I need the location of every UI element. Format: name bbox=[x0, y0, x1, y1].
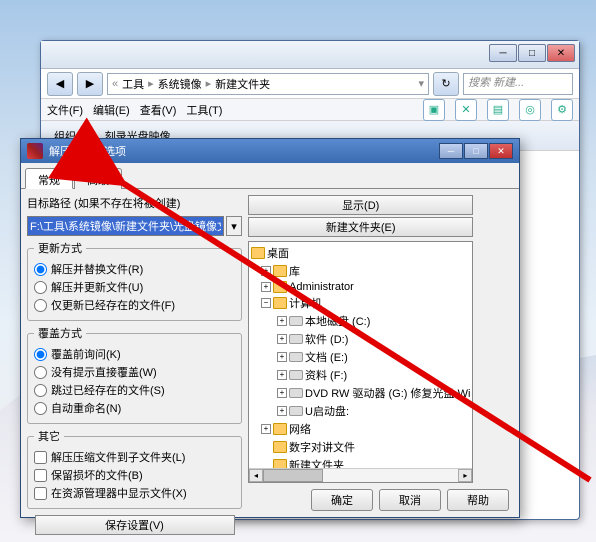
horizontal-scrollbar[interactable]: ◂ ▸ bbox=[249, 468, 472, 482]
menu-view[interactable]: 查看(V) bbox=[140, 102, 177, 118]
toolbar-icon[interactable]: ▣ bbox=[423, 99, 445, 121]
menu-bar: 文件(F) 编辑(E) 查看(V) 工具(T) ▣ ✕ ▤ ◎ ⚙ bbox=[41, 99, 579, 121]
toolbar-icon[interactable]: ◎ bbox=[519, 99, 541, 121]
menu-edit[interactable]: 编辑(E) bbox=[93, 102, 130, 118]
expander-icon[interactable]: + bbox=[277, 370, 287, 380]
radio-skip-existing[interactable]: 跳过已经存在的文件(S) bbox=[34, 381, 235, 399]
overwrite-legend: 覆盖方式 bbox=[34, 325, 86, 341]
dvd-icon bbox=[289, 388, 303, 398]
toolbar-icon[interactable]: ▤ bbox=[487, 99, 509, 121]
misc-legend: 其它 bbox=[34, 428, 64, 444]
disk-icon bbox=[289, 334, 303, 344]
help-button[interactable]: 帮助 bbox=[447, 489, 509, 511]
path-label: 目标路径 (如果不存在将被创建) bbox=[27, 195, 242, 211]
overwrite-mode-group: 覆盖方式 覆盖前询问(K) 没有提示直接覆盖(W) 跳过已经存在的文件(S) 自… bbox=[27, 325, 242, 424]
check-keep-broken[interactable]: 保留损坏的文件(B) bbox=[34, 466, 235, 484]
dialog-close-button[interactable]: ✕ bbox=[489, 143, 513, 159]
radio-update-existing[interactable]: 仅更新已经存在的文件(F) bbox=[34, 296, 235, 314]
expander-icon[interactable]: + bbox=[277, 388, 287, 398]
expander-icon[interactable]: + bbox=[277, 406, 287, 416]
dialog-minimize-button[interactable]: ─ bbox=[439, 143, 463, 159]
expander-icon[interactable]: + bbox=[277, 352, 287, 362]
search-input[interactable]: 搜索 新建... bbox=[463, 73, 573, 95]
radio-extract-update[interactable]: 解压并更新文件(U) bbox=[34, 278, 235, 296]
network-icon bbox=[273, 423, 287, 435]
refresh-button[interactable]: ↻ bbox=[433, 72, 459, 96]
disk-icon bbox=[289, 352, 303, 362]
expander-icon[interactable]: + bbox=[277, 316, 287, 326]
menu-file[interactable]: 文件(F) bbox=[47, 102, 83, 118]
scroll-left-button[interactable]: ◂ bbox=[249, 469, 263, 482]
radio-auto-rename[interactable]: 自动重命名(N) bbox=[34, 399, 235, 417]
nav-back-button[interactable]: ◀ bbox=[47, 72, 73, 96]
expander-icon[interactable]: + bbox=[261, 282, 271, 292]
breadcrumb-seg[interactable]: 工具 bbox=[122, 76, 144, 92]
ok-button[interactable]: 确定 bbox=[311, 489, 373, 511]
extract-options-dialog: 解压路径和选项 ─ □ ✕ 常规 高级 目标路径 (如果不存在将被创建) ▾ 更… bbox=[20, 138, 520, 518]
breadcrumb[interactable]: « 工具 ▸ 系统镜像 ▸ 新建文件夹 ▾ bbox=[107, 73, 429, 95]
explorer-titlebar: ─ □ ✕ bbox=[41, 41, 579, 69]
nav-forward-button[interactable]: ▶ bbox=[77, 72, 103, 96]
dialog-title: 解压路径和选项 bbox=[49, 143, 126, 159]
folder-icon bbox=[273, 441, 287, 453]
new-folder-button[interactable]: 新建文件夹(E) bbox=[248, 217, 473, 237]
save-settings-button[interactable]: 保存设置(V) bbox=[35, 515, 235, 535]
explorer-minimize-button[interactable]: ─ bbox=[489, 44, 517, 62]
check-subfolder[interactable]: 解压压缩文件到子文件夹(L) bbox=[34, 448, 235, 466]
expander-icon[interactable]: + bbox=[277, 334, 287, 344]
display-button[interactable]: 显示(D) bbox=[248, 195, 473, 215]
tab-bar: 常规 高级 bbox=[21, 167, 519, 189]
destination-path-input[interactable] bbox=[27, 216, 224, 236]
check-show-explorer[interactable]: 在资源管理器中显示文件(X) bbox=[34, 484, 235, 502]
expander-icon[interactable]: + bbox=[261, 266, 271, 276]
address-row: ◀ ▶ « 工具 ▸ 系统镜像 ▸ 新建文件夹 ▾ ↻ 搜索 新建... bbox=[41, 69, 579, 99]
library-icon bbox=[273, 265, 287, 277]
breadcrumb-seg[interactable]: 新建文件夹 bbox=[215, 76, 270, 92]
update-mode-group: 更新方式 解压并替换文件(R) 解压并更新文件(U) 仅更新已经存在的文件(F) bbox=[27, 240, 242, 321]
desktop-icon bbox=[251, 247, 265, 259]
computer-icon bbox=[273, 297, 287, 309]
expander-icon[interactable]: + bbox=[261, 424, 271, 434]
explorer-maximize-button[interactable]: □ bbox=[518, 44, 546, 62]
radio-ask-before[interactable]: 覆盖前询问(K) bbox=[34, 345, 235, 363]
scroll-right-button[interactable]: ▸ bbox=[458, 469, 472, 482]
radio-overwrite-noask[interactable]: 没有提示直接覆盖(W) bbox=[34, 363, 235, 381]
folder-tree[interactable]: 桌面 +库 +Administrator −计算机 +本地磁盘 (C:) +软件… bbox=[248, 241, 473, 483]
breadcrumb-seg[interactable]: 系统镜像 bbox=[158, 76, 202, 92]
tab-advanced[interactable]: 高级 bbox=[74, 168, 122, 189]
path-dropdown-button[interactable]: ▾ bbox=[226, 216, 242, 236]
explorer-close-button[interactable]: ✕ bbox=[547, 44, 575, 62]
winrar-icon bbox=[27, 143, 43, 159]
expander-icon[interactable]: − bbox=[261, 298, 271, 308]
user-icon bbox=[273, 281, 287, 293]
disk-icon bbox=[289, 370, 303, 380]
dialog-maximize-button[interactable]: □ bbox=[464, 143, 488, 159]
tab-general[interactable]: 常规 bbox=[25, 168, 73, 189]
cancel-button[interactable]: 取消 bbox=[379, 489, 441, 511]
radio-extract-replace[interactable]: 解压并替换文件(R) bbox=[34, 260, 235, 278]
disk-icon bbox=[289, 406, 303, 416]
dialog-titlebar: 解压路径和选项 ─ □ ✕ bbox=[21, 139, 519, 163]
toolbar-icon[interactable]: ✕ bbox=[455, 99, 477, 121]
misc-group: 其它 解压压缩文件到子文件夹(L) 保留损坏的文件(B) 在资源管理器中显示文件… bbox=[27, 428, 242, 509]
disk-icon bbox=[289, 316, 303, 326]
menu-tools[interactable]: 工具(T) bbox=[186, 102, 222, 118]
scroll-thumb[interactable] bbox=[263, 469, 323, 482]
toolbar-icon[interactable]: ⚙ bbox=[551, 99, 573, 121]
update-legend: 更新方式 bbox=[34, 240, 86, 256]
